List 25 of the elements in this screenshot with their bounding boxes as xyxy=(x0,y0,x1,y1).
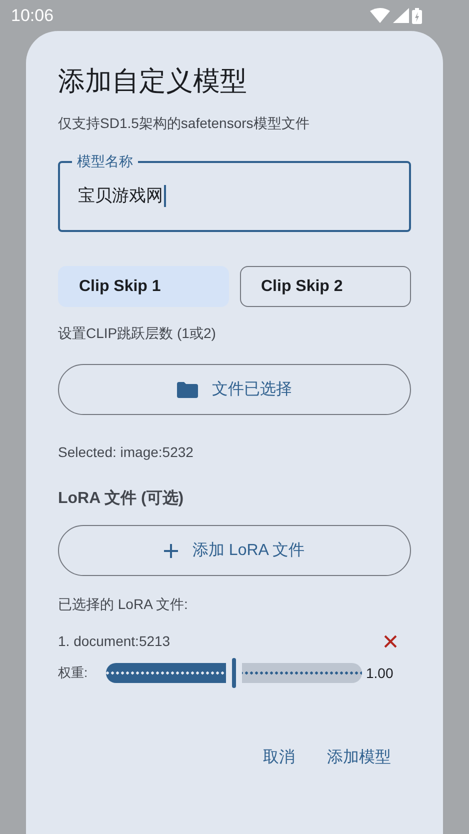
signal-icon xyxy=(393,8,409,23)
weight-slider[interactable] xyxy=(106,658,362,688)
clip-skip-button[interactable]: Clip Skip 2 xyxy=(240,266,411,307)
folder-icon xyxy=(177,382,198,398)
lora-list-heading: 已选择的 LoRA 文件: xyxy=(58,595,189,614)
battery-icon xyxy=(412,8,422,24)
lora-heading: LoRA 文件 (可选) xyxy=(58,488,185,509)
text-cursor xyxy=(164,184,166,207)
status-time: 10:06 xyxy=(11,4,54,27)
file-button[interactable]: 文件已选择 xyxy=(58,364,411,415)
wifi-icon xyxy=(370,8,390,23)
selected-file-text: Selected: image:5232 xyxy=(58,443,194,462)
dialog-action-button[interactable]: 添加模型 xyxy=(315,738,403,778)
clip-hint: 设置CLIP跳跃层数 (1或2) xyxy=(58,324,217,343)
weight-label: 权重: xyxy=(58,664,89,682)
lora-file-name: 1. document:5213 xyxy=(58,632,170,651)
dialog-title: 添加自定义模型 xyxy=(58,65,248,98)
weight-value: 1.00 xyxy=(366,664,394,682)
dialog-subtitle: 仅支持SD1.5架构的safetensors模型文件 xyxy=(58,114,310,133)
field-value: 宝贝游戏网 xyxy=(78,185,163,207)
remove-icon[interactable] xyxy=(384,635,397,648)
dialog-action-button[interactable]: 取消 xyxy=(251,738,307,778)
clip-skip-button[interactable]: Clip Skip 1 xyxy=(58,266,229,307)
plus-icon xyxy=(164,544,178,558)
add-lora-button[interactable]: 添加 LoRA 文件 xyxy=(58,525,411,576)
